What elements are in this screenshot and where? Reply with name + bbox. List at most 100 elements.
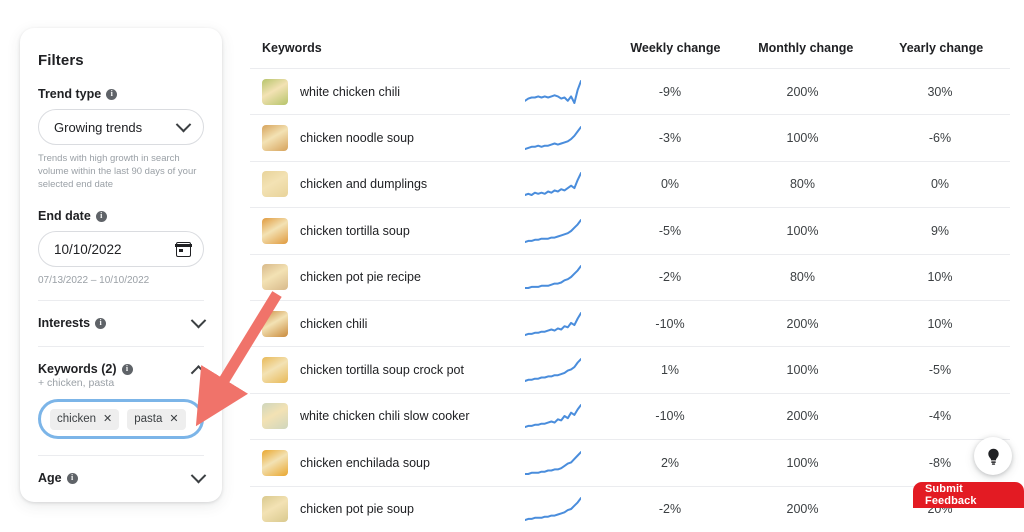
table-body: white chicken chili -9% 200% 30% chicken noo… (250, 68, 1010, 532)
info-icon[interactable] (121, 363, 133, 375)
keyword-cell: chicken tortilla soup crock pot (250, 357, 500, 384)
weekly-change-value: -2% (658, 502, 682, 517)
trend-type-select[interactable]: Growing trends (38, 109, 204, 145)
trend-type-label-text: Trend type (38, 87, 102, 101)
keyword-label: chicken and dumplings (300, 177, 428, 192)
monthly-change-value: 100% (786, 223, 819, 238)
divider (38, 300, 204, 301)
keyword-cell: chicken noodle soup (250, 125, 500, 152)
keyword-label: chicken tortilla soup (300, 223, 410, 238)
keywords-accordion[interactable]: Keywords (2) + chicken, pasta (38, 362, 207, 389)
interests-label-text: Interests (38, 316, 91, 330)
table-row[interactable]: chicken pot pie recipe -2% 80% 10% (250, 253, 1010, 300)
keyword-thumbnail (262, 217, 288, 244)
trend-type-label: Trend type (38, 87, 204, 101)
trend-type-value: Growing trends (54, 119, 143, 135)
table-row[interactable]: chicken pot pie soup -2% 200% 20% (250, 485, 1010, 532)
calendar-icon[interactable] (175, 241, 192, 257)
keyword-label: chicken noodle soup (300, 131, 414, 146)
close-icon[interactable]: ✕ (169, 413, 178, 425)
monthly-change-value: 200% (786, 316, 819, 331)
monthly-change-value: 200% (786, 409, 819, 424)
keyword-thumbnail (262, 310, 288, 337)
weekly-change-value: -3% (658, 131, 682, 146)
table-row[interactable]: chicken and dumplings 0% 80% 0% (250, 160, 1010, 207)
keywords-subtext: + chicken, pasta (38, 377, 115, 389)
submit-feedback-label: Submit Feedback (925, 483, 977, 507)
chevron-down-icon (175, 116, 192, 132)
keyword-chip[interactable]: pasta ✕ (127, 408, 186, 430)
column-header-monthly[interactable]: Monthly change (739, 41, 872, 55)
keyword-chip[interactable]: chicken ✕ (50, 408, 120, 430)
keyword-thumbnail (262, 357, 288, 384)
table-row[interactable]: chicken chili -10% 200% 10% (250, 299, 1010, 346)
keyword-label: chicken tortilla soup crock pot (300, 363, 464, 378)
filters-sidebar: Filters Trend type Growing trends Trends… (20, 28, 222, 502)
keyword-cell: chicken enchilada soup (250, 449, 500, 476)
keywords-chip-input[interactable]: chicken ✕ pasta ✕ (38, 399, 204, 439)
monthly-change-value: 80% (789, 177, 816, 192)
keyword-label: chicken chili (300, 316, 368, 331)
sparkline-cell (500, 218, 605, 244)
keyword-cell: chicken pot pie recipe (250, 264, 500, 291)
column-header-keywords[interactable]: Keywords (250, 41, 508, 55)
keyword-cell: chicken and dumplings (250, 171, 500, 198)
trend-sparkline-icon (524, 497, 581, 522)
table-row[interactable]: chicken enchilada soup 2% 100% -8% (250, 439, 1010, 485)
trends-table: Keywords Weekly change Monthly change Ye… (250, 28, 1010, 532)
yearly-change-value: -6% (928, 131, 952, 146)
end-date-input[interactable]: 10/10/2022 (38, 231, 204, 267)
age-accordion[interactable]: Age (38, 467, 207, 485)
yearly-change-value: 30% (927, 84, 953, 99)
monthly-change-value: 80% (789, 270, 816, 285)
sparkline-cell (500, 171, 605, 197)
table-row[interactable]: white chicken chili slow cooker -10% 200% -… (250, 392, 1010, 439)
chevron-up-icon (190, 365, 207, 381)
keyword-chip-label: pasta (134, 413, 163, 425)
yearly-change-value: 10% (927, 316, 953, 331)
submit-feedback-button[interactable]: Submit Feedback (913, 482, 1024, 508)
weekly-change-value: -2% (658, 270, 682, 285)
keywords-label: Keywords (2) (38, 362, 133, 376)
keyword-label: white chicken chili slow cooker (300, 409, 470, 424)
keyword-thumbnail (262, 496, 288, 523)
keywords-label-group: Keywords (2) + chicken, pasta (38, 362, 133, 389)
table-row[interactable]: chicken noodle soup -3% 100% -6% (250, 114, 1010, 160)
column-header-weekly[interactable]: Weekly change (611, 41, 739, 55)
feedback-bulb-button[interactable] (974, 437, 1012, 475)
age-label: Age (38, 471, 78, 485)
keywords-label-text: Keywords (2) (38, 362, 117, 376)
weekly-change-value: 0% (660, 177, 680, 192)
info-icon[interactable] (95, 317, 107, 329)
page-title: Filters (38, 52, 84, 69)
monthly-change-value: 100% (786, 131, 819, 146)
keyword-cell: chicken chili (250, 310, 500, 337)
interests-accordion[interactable]: Interests (38, 312, 207, 330)
close-icon[interactable]: ✕ (103, 413, 112, 425)
trend-sparkline-icon (524, 218, 581, 243)
table-row[interactable]: chicken tortilla soup crock pot 1% 100% -5% (250, 346, 1010, 392)
sparkline-cell (500, 496, 605, 522)
table-row[interactable]: chicken tortilla soup -5% 100% 9% (250, 207, 1010, 253)
trend-type-helper-text: Trends with high growth in search volume… (38, 153, 197, 190)
table-row[interactable]: white chicken chili -9% 200% 30% (250, 68, 1010, 114)
info-icon[interactable] (106, 88, 118, 100)
sparkline-cell (500, 311, 605, 337)
keyword-label: chicken pot pie soup (300, 502, 414, 517)
keyword-cell: white chicken chili slow cooker (250, 403, 500, 430)
info-icon[interactable] (95, 210, 107, 222)
monthly-change-value: 200% (786, 502, 819, 517)
interests-label: Interests (38, 316, 107, 330)
keyword-cell: chicken pot pie soup (250, 496, 500, 523)
column-header-yearly[interactable]: Yearly change (872, 41, 1010, 55)
sparkline-cell (500, 450, 605, 476)
keyword-thumbnail (262, 125, 288, 152)
info-icon[interactable] (66, 472, 78, 484)
weekly-change-value: -9% (658, 84, 682, 99)
chevron-down-icon (190, 467, 207, 483)
yearly-change-value: 10% (927, 270, 953, 285)
trend-sparkline-icon (524, 265, 581, 290)
trend-sparkline-icon (524, 450, 581, 475)
trend-sparkline-icon (524, 358, 581, 383)
monthly-change-value: 200% (786, 84, 819, 99)
